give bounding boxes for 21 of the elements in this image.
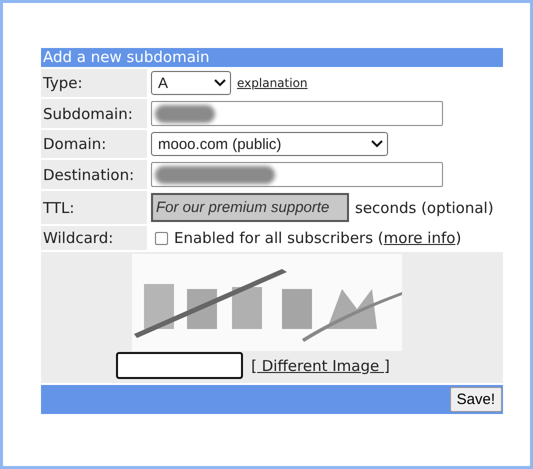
different-image-link[interactable]: [ Different Image ] — [251, 356, 390, 374]
field-label: Destination: — [41, 160, 147, 189]
captcha-input[interactable] — [116, 352, 244, 379]
more-info-link[interactable]: more info — [384, 229, 456, 247]
field-label: Type: — [41, 69, 147, 97]
field-label: Wildcard: — [41, 226, 147, 250]
checkbox[interactable] — [155, 232, 168, 244]
field-label: TTL: — [41, 191, 147, 224]
caret-icon — [214, 79, 226, 87]
checkbox-label: Enabled for all subscribers (more info) — [174, 229, 462, 247]
text-field[interactable] — [151, 101, 443, 126]
field-label: Domain: — [41, 130, 147, 158]
field-label: Subdomain: — [41, 99, 147, 128]
explanation-link[interactable]: explanation — [237, 76, 308, 90]
text-field[interactable] — [151, 162, 443, 187]
save-button[interactable]: Save! — [450, 387, 502, 412]
caret-icon — [371, 140, 383, 148]
select-field[interactable]: A — [151, 71, 231, 95]
form-title: Add a new subdomain — [41, 48, 503, 67]
select-field[interactable]: mooo.com (public) — [151, 132, 388, 156]
ttl-suffix: seconds (optional) — [355, 198, 494, 216]
